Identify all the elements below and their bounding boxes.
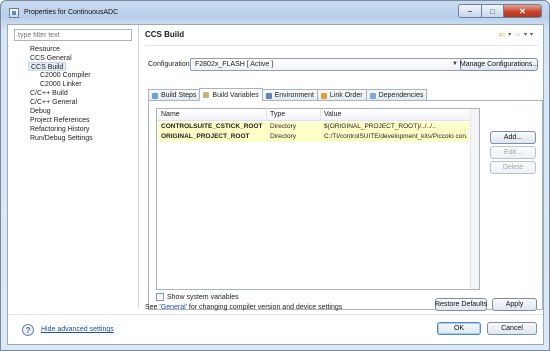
- tree-item-refactoring-history[interactable]: Refactoring History: [30, 125, 90, 134]
- close-button[interactable]: ✕: [504, 4, 542, 18]
- pane-splitter[interactable]: [138, 25, 139, 308]
- variable-type: Directory: [270, 123, 297, 130]
- ok-button[interactable]: OK: [437, 322, 481, 335]
- link-order-icon: [320, 92, 327, 99]
- window-controls: – □ ✕: [458, 4, 542, 18]
- back-dropdown-icon[interactable]: ▾: [508, 31, 511, 38]
- column-header-name[interactable]: Name: [161, 111, 180, 118]
- filter-input[interactable]: [14, 29, 132, 41]
- tree-item-cpp-general[interactable]: C/C++ General: [30, 98, 77, 107]
- dependencies-icon: [369, 92, 376, 99]
- back-arrow-icon[interactable]: ⇦: [499, 30, 506, 39]
- column-divider[interactable]: [320, 110, 321, 120]
- variable-name: ORIGINAL_PROJECT_ROOT: [161, 133, 250, 140]
- manage-configurations-button[interactable]: Manage Configurations...: [460, 58, 538, 71]
- variable-type: Directory: [270, 133, 297, 140]
- title-bar[interactable]: Properties for ContinuousADC – □ ✕: [1, 1, 549, 25]
- tree-item-resource[interactable]: Resource: [30, 45, 60, 54]
- variable-value: C:/TI/controlSUITE/development_kits/Picc…: [324, 133, 468, 140]
- forward-dropdown-icon[interactable]: ▾: [524, 31, 527, 38]
- steps-icon: [152, 92, 158, 99]
- tab-label: Environment: [274, 92, 314, 99]
- tab-build-variables[interactable]: Build Variables: [199, 88, 263, 101]
- environment-icon: [265, 92, 272, 99]
- tree-item-c2000-linker[interactable]: C2000 Linker: [40, 80, 82, 89]
- column-header-value[interactable]: Value: [324, 111, 341, 118]
- tree-item-c2000-compiler[interactable]: C2000 Compiler: [40, 71, 91, 80]
- title-separator: [145, 45, 538, 46]
- table-header: Name Type Value: [157, 109, 479, 121]
- compiler-settings-hint: See 'General' for changing compiler vers…: [145, 304, 342, 311]
- configuration-label: Configuration:: [148, 61, 192, 68]
- hint-prefix: See: [145, 304, 160, 311]
- tree-item-cpp-build[interactable]: C/C++ Build: [30, 89, 68, 98]
- footer-separator: [8, 314, 543, 315]
- properties-window-icon: [9, 8, 19, 18]
- tab-label: Build Variables: [212, 91, 259, 99]
- add-variable-button[interactable]: Add...: [490, 131, 536, 144]
- show-system-variables-option[interactable]: Show system variables: [156, 293, 239, 301]
- close-icon: ✕: [519, 6, 526, 16]
- window-title: Properties for ContinuousADC: [24, 9, 119, 16]
- variable-value: ${ORIGINAL_PROJECT_ROOT}/../../..: [324, 123, 436, 130]
- configuration-select[interactable]: F2802x_FLASH [ Active ] ▼: [190, 58, 462, 71]
- chevron-down-icon: ▼: [452, 61, 458, 67]
- cancel-button[interactable]: Cancel: [487, 322, 537, 335]
- delete-variable-button[interactable]: Delete: [490, 161, 536, 174]
- restore-defaults-button[interactable]: Restore Defaults: [435, 298, 487, 311]
- hide-advanced-settings-link[interactable]: Hide advanced settings: [41, 326, 114, 333]
- show-system-variables-checkbox[interactable]: [156, 293, 164, 301]
- configuration-value: F2802x_FLASH [ Active ]: [195, 61, 274, 68]
- table-row[interactable]: CONTROLSUITE_CSTICK_ROOT Directory ${ORI…: [158, 122, 469, 132]
- hint-suffix: for changing compiler version and device…: [186, 304, 343, 311]
- variables-icon: [203, 92, 210, 98]
- minimize-icon: –: [467, 6, 473, 16]
- tab-label: Link Order: [329, 92, 363, 99]
- forward-arrow-icon[interactable]: ⇨: [514, 30, 521, 39]
- maximize-icon: □: [490, 6, 495, 16]
- table-row[interactable]: ORIGINAL_PROJECT_ROOT Directory C:/TI/co…: [158, 132, 469, 142]
- tree-item-ccs-build[interactable]: CCS Build: [28, 62, 67, 71]
- table-vertical-scrollbar[interactable]: [470, 109, 479, 289]
- build-variables-panel: Name Type Value CONTROLSUITE_CSTICK_ROOT…: [148, 100, 543, 310]
- view-menu-icon[interactable]: ▾: [530, 31, 533, 38]
- maximize-button[interactable]: □: [482, 4, 504, 18]
- show-system-variables-label: Show system variables: [167, 293, 239, 301]
- column-header-type[interactable]: Type: [270, 111, 285, 118]
- tab-label: Build Steps: [161, 92, 197, 99]
- general-page-link[interactable]: 'General': [159, 304, 187, 311]
- help-icon[interactable]: ?: [22, 324, 34, 336]
- history-navigation: ⇦ ▾ ⇨ ▾ ▾: [499, 30, 533, 39]
- page-title: CCS Build: [145, 30, 185, 39]
- tree-item-run-debug-settings[interactable]: Run/Debug Settings: [30, 134, 93, 143]
- tab-label: Dependencies: [378, 92, 424, 99]
- minimize-button[interactable]: –: [458, 4, 482, 18]
- apply-button[interactable]: Apply: [492, 298, 537, 311]
- column-divider[interactable]: [266, 110, 267, 120]
- edit-variable-button[interactable]: Edit...: [490, 146, 536, 159]
- dialog-client-area: Resource CCS General CCS Build C2000 Com…: [7, 24, 544, 345]
- tree-item-project-references[interactable]: Project References: [30, 116, 90, 125]
- tree-item-debug[interactable]: Debug: [30, 107, 51, 116]
- variables-table[interactable]: Name Type Value CONTROLSUITE_CSTICK_ROOT…: [156, 108, 480, 290]
- properties-dialog: Properties for ContinuousADC – □ ✕ Resou…: [0, 0, 550, 351]
- variable-name: CONTROLSUITE_CSTICK_ROOT: [161, 123, 263, 130]
